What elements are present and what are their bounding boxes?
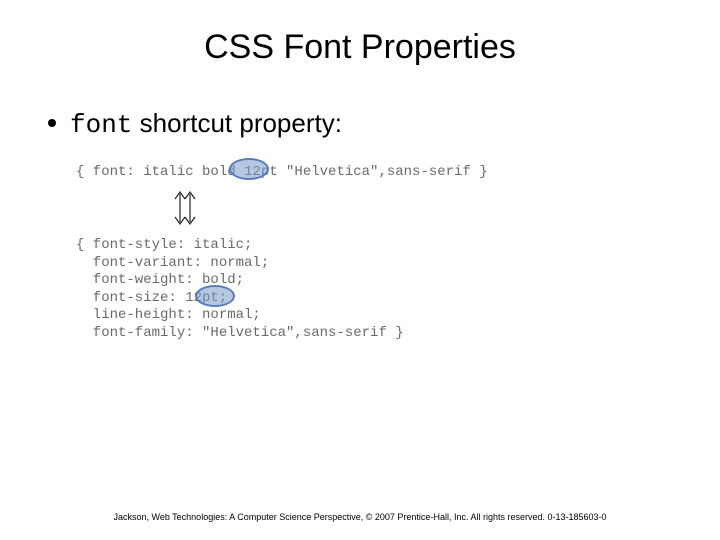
equivalence-arrow-icon	[172, 186, 200, 230]
highlight-ellipse-top	[229, 158, 269, 180]
highlight-ellipse-bottom	[195, 285, 235, 307]
code-expanded: { font-style: italic; font-variant: norm…	[76, 237, 404, 342]
bullet-text: shortcut property:	[132, 108, 342, 138]
bullet-dot	[48, 119, 56, 127]
page-title: CSS Font Properties	[0, 28, 720, 67]
footer-text: Jackson, Web Technologies: A Computer Sc…	[0, 512, 720, 522]
code-shorthand: { font: italic bold 12pt "Helvetica",san…	[76, 164, 488, 182]
bullet-line: font shortcut property:	[48, 108, 342, 140]
code-keyword: font	[70, 110, 132, 140]
slide: CSS Font Properties font shortcut proper…	[0, 0, 720, 540]
